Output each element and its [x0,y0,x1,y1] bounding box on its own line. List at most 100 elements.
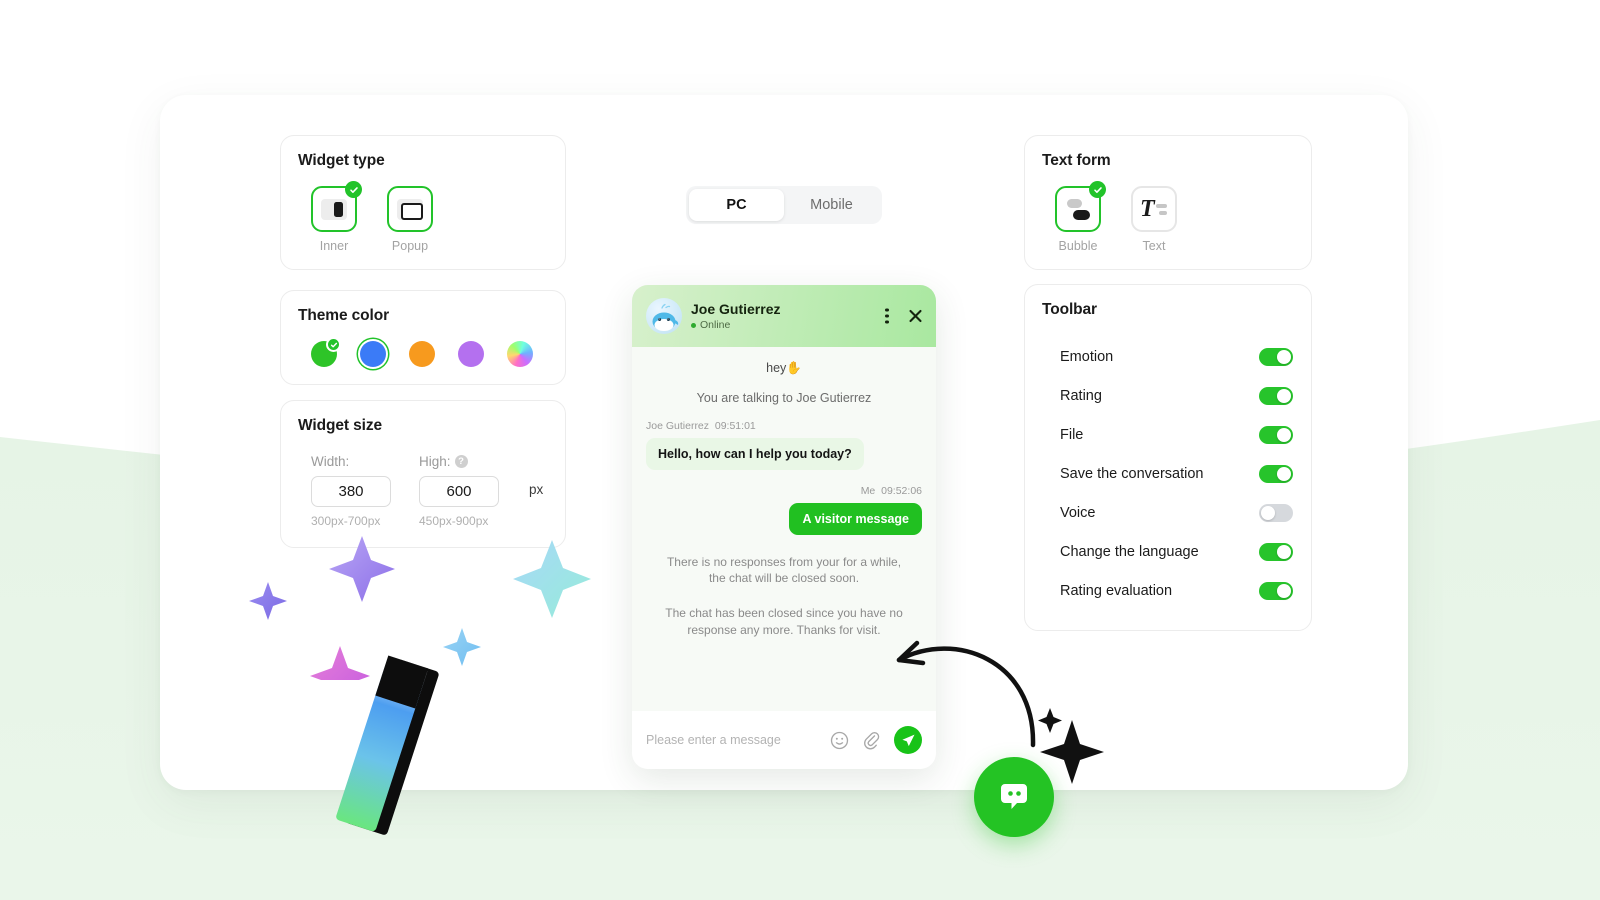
chat-input-actions [830,726,922,754]
selected-check-badge [345,181,362,198]
selected-check-badge [326,337,341,352]
incoming-message-meta: Joe Gutierrez 09:51:01 [646,420,922,432]
send-button[interactable] [894,726,922,754]
toolbar-row-save-conversation: Save the conversation [1060,454,1293,493]
agent-status: Online [691,319,780,331]
theme-color-swatches [311,337,533,367]
outgoing-message-row: A visitor message [646,497,922,535]
panel-widget-size: Widget size Width: 300px-700px High: ? 4… [280,400,566,548]
toggle-rating[interactable] [1259,386,1293,405]
width-range-hint: 300px-700px [311,514,381,528]
outgoing-sender: Me [860,485,876,497]
swatch-color-blue[interactable] [360,341,386,367]
tile-label-bubble: Bubble [1058,239,1098,253]
emoji-smile-icon[interactable] [830,731,849,750]
close-icon[interactable] [907,308,924,325]
incoming-time: 09:51:01 [714,420,756,432]
outgoing-time: 09:52:06 [881,485,922,497]
system-timeout-message: There is no responses from your for a wh… [666,555,902,586]
paperclip-icon[interactable] [862,731,881,750]
tile-inner[interactable] [311,181,362,232]
width-input[interactable] [311,476,391,507]
swatch-orange[interactable] [409,341,435,367]
toggle-rating-evaluation[interactable] [1259,581,1293,600]
tab-pc[interactable]: PC [689,189,784,221]
high-label: High: ? [419,454,527,469]
toolbar-label: Rating [1060,387,1102,404]
size-unit-label: px [529,482,544,497]
toolbar-label: Rating evaluation [1060,582,1173,599]
inner-layout-icon [321,198,347,220]
panel-widget-type: Widget type Inner Popup [280,135,566,270]
text-style-icon: T [1140,196,1168,222]
tile-label-text: Text [1142,239,1166,253]
high-range-hint: 450px-900px [419,514,489,528]
chat-message-list: hey✋ You are talking to Joe Gutierrez Jo… [632,347,936,710]
agent-name: Joe Gutierrez [691,301,781,317]
widget-type-option-inner[interactable]: Inner [311,181,362,253]
chat-header-text: Joe Gutierrez Online [691,301,780,331]
swatch-blue[interactable] [360,341,386,367]
swatch-color-purple[interactable] [458,341,484,367]
high-input[interactable] [419,476,499,507]
outgoing-message-bubble: A visitor message [789,503,922,535]
toolbar-row-change-language: Change the language [1060,532,1293,571]
toggle-change-language[interactable] [1259,542,1293,561]
tile-bubble[interactable] [1055,181,1106,232]
chat-input-bar: Please enter a message [632,711,936,769]
more-options-icon[interactable] [885,308,889,324]
panel-title-theme-color: Theme color [298,307,390,324]
panel-title-widget-type: Widget type [298,152,385,169]
toolbar-row-voice: Voice [1060,493,1293,532]
message-input[interactable]: Please enter a message [646,733,830,747]
help-circle-icon[interactable]: ? [454,455,468,468]
page-root: Widget type Inner Popup Theme color Widg… [0,0,1600,900]
online-dot-icon [691,322,696,328]
panel-theme-color: Theme color [280,290,566,385]
send-paper-plane-icon [901,734,914,746]
panel-title-toolbar: Toolbar [1042,301,1097,318]
chat-bubble-icon [1001,784,1027,809]
agent-status-text: Online [700,319,731,331]
toggle-emotion[interactable] [1259,347,1293,366]
bubble-style-icon [1064,198,1092,221]
swatch-custom-picker[interactable] [507,341,533,367]
width-field-group: Width: 300px-700px [311,454,419,528]
toolbar-label: Emotion [1060,348,1114,365]
panel-text-form: Text form Bubble T Text [1024,135,1312,270]
width-label: Width: [311,454,419,469]
panel-title-text-form: Text form [1042,152,1111,169]
tile-popup[interactable] [387,186,433,232]
text-form-options: Bubble T Text [1055,181,1177,253]
tile-label-popup: Popup [391,239,429,253]
swatch-purple[interactable] [458,341,484,367]
chat-launcher-fab[interactable] [974,757,1054,837]
color-wheel-icon[interactable] [507,341,533,367]
toggle-save-conversation[interactable] [1259,464,1293,483]
system-closed-message: The chat has been closed since you have … [665,606,903,637]
swatch-color-orange[interactable] [409,341,435,367]
tile-label-inner: Inner [319,239,349,253]
text-form-option-bubble[interactable]: Bubble [1055,181,1106,253]
chat-header-actions [885,308,924,325]
high-field-group: High: ? 450px-900px [419,454,527,528]
swatch-green[interactable] [311,337,341,367]
high-label-text: High: [419,454,451,469]
chat-widget-preview: Joe Gutierrez Online hey✋ You are talkin… [632,285,936,769]
widget-type-option-popup[interactable]: Popup [387,186,433,253]
panel-title-widget-size: Widget size [298,417,383,434]
toolbar-label: Change the language [1060,543,1199,560]
toolbar-label: File [1060,426,1084,443]
whale-avatar [646,298,682,334]
toolbar-row-file: File [1060,415,1293,454]
panel-toolbar: Toolbar Emotion Rating File Save the con… [1024,284,1312,631]
toolbar-row-rating-evaluation: Rating evaluation [1060,571,1293,610]
toolbar-feature-list: Emotion Rating File Save the conversatio… [1060,337,1293,610]
toggle-voice[interactable] [1259,503,1293,522]
tile-text[interactable]: T [1131,186,1177,232]
toolbar-row-emotion: Emotion [1060,337,1293,376]
text-form-option-text[interactable]: T Text [1131,186,1177,253]
tab-mobile[interactable]: Mobile [784,189,879,221]
widget-size-fields: Width: 300px-700px High: ? 450px-900px p… [311,454,543,528]
toggle-file[interactable] [1259,425,1293,444]
